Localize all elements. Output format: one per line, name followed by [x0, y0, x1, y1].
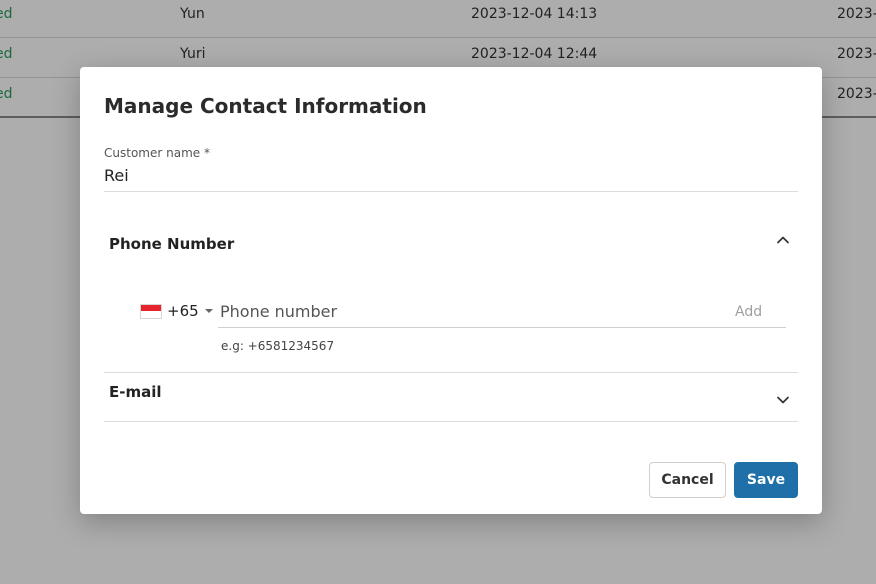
singapore-flag-icon	[140, 303, 162, 319]
save-button[interactable]: Save	[734, 462, 798, 498]
country-dial-code: +65	[167, 302, 199, 320]
chevron-up-icon[interactable]	[776, 233, 790, 247]
email-section-header[interactable]: E-mail	[104, 373, 798, 419]
dialog-title: Manage Contact Information	[104, 94, 427, 118]
customer-name-underline	[104, 191, 798, 192]
phone-format-hint: e.g: +6581234567	[221, 339, 335, 353]
caret-down-icon	[204, 309, 213, 313]
cancel-button[interactable]: Cancel	[649, 462, 726, 498]
customer-name-value: Rei	[104, 166, 129, 185]
contact-info-dialog: Manage Contact Information Customer name…	[80, 67, 822, 514]
add-phone-button[interactable]: Add	[735, 304, 762, 320]
customer-name-label: Customer name *	[104, 146, 210, 160]
country-code-selector[interactable]: +65	[140, 298, 213, 324]
chevron-down-icon[interactable]	[776, 393, 790, 407]
phone-section-title: Phone Number	[109, 235, 235, 253]
section-divider	[104, 421, 798, 422]
phone-number-input[interactable]	[218, 296, 786, 328]
email-section-title: E-mail	[109, 383, 162, 401]
page: ed Yun 2023-12-04 14:13 2023-1 ed Yuri 2…	[0, 0, 876, 584]
phone-section-header[interactable]: Phone Number	[104, 221, 798, 267]
